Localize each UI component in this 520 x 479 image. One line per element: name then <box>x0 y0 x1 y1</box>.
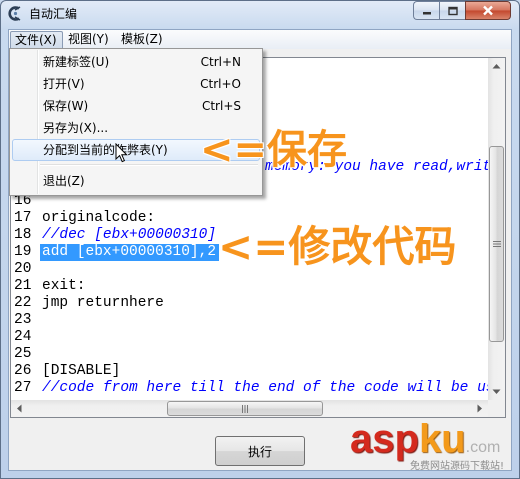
menu-item-shortcut: Ctrl+O <box>200 77 241 91</box>
annotation-save: <=保存 <box>200 127 348 173</box>
window-controls <box>413 1 511 20</box>
maximize-icon <box>447 6 458 15</box>
arrow-right-icon <box>477 404 482 413</box>
arrow-up-icon <box>492 64 501 69</box>
close-button[interactable] <box>465 1 511 20</box>
line-number: 23 <box>14 312 32 328</box>
menu-item-open[interactable]: 打开(V) Ctrl+O <box>12 73 260 95</box>
menu-item-label: 分配到当前的作弊表(Y) <box>43 143 168 157</box>
menu-item-save[interactable]: 保存(W) Ctrl+S <box>12 95 260 117</box>
line-number: 19 <box>14 244 32 260</box>
scroll-up-button[interactable] <box>488 58 505 75</box>
close-icon <box>483 5 493 16</box>
line-number: 24 <box>14 329 32 345</box>
annotation-modify-code: <=修改代码 <box>218 222 457 271</box>
maximize-button[interactable] <box>439 1 465 20</box>
code-line[interactable]: 23 <box>11 312 488 329</box>
scroll-down-button[interactable] <box>488 383 505 400</box>
line-number: 22 <box>14 295 32 311</box>
minimize-icon <box>422 11 431 14</box>
watermark-tagline: 免费网站源码下载站! <box>410 461 505 472</box>
menu-file[interactable]: 文件(X) <box>10 31 63 49</box>
menu-item-new-tab[interactable]: 新建标签(U) Ctrl+N <box>12 51 260 73</box>
code-line[interactable]: 24 <box>11 329 488 346</box>
execute-button[interactable]: 执行 <box>215 436 305 466</box>
menu-item-label: 保存(W) <box>43 99 89 113</box>
menu-view[interactable]: 视图(Y) <box>64 31 113 49</box>
selected-code-text: add [ebx+00000310],2 <box>40 244 220 261</box>
code-line[interactable]: 25 <box>11 346 488 363</box>
code-text: [DISABLE] <box>42 363 121 379</box>
code-text: originalcode: <box>42 210 156 226</box>
menu-item-label: 另存为(X)... <box>43 121 109 135</box>
code-line[interactable]: 21 exit: <box>11 278 488 295</box>
code-line[interactable]: 26 [DISABLE] <box>11 363 488 380</box>
line-number: 17 <box>14 210 32 226</box>
app-icon[interactable] <box>7 5 24 22</box>
horizontal-scroll-thumb[interactable] <box>167 401 323 416</box>
code-line[interactable]: 22 jmp returnhere <box>11 295 488 312</box>
menu-item-label: 新建标签(U) <box>43 55 110 69</box>
menu-item-label: 打开(V) <box>43 77 85 91</box>
window-title: 自动汇编 <box>29 7 78 21</box>
code-text: jmp returnhere <box>42 295 164 311</box>
mouse-cursor-icon <box>115 143 128 163</box>
line-number: 25 <box>14 346 32 362</box>
horizontal-scrollbar[interactable] <box>11 400 488 417</box>
minimize-button[interactable] <box>413 1 439 20</box>
scroll-right-button[interactable] <box>471 400 488 417</box>
vertical-scrollbar[interactable] <box>488 58 505 400</box>
code-line[interactable]: 27 //code from here till the end of the c… <box>11 380 488 397</box>
arrow-down-icon <box>492 389 501 394</box>
scrollbar-corner <box>488 400 505 417</box>
code-text: //code from here till the end of the cod… <box>42 380 488 396</box>
line-number: 21 <box>14 278 32 294</box>
vertical-scroll-thumb[interactable] <box>489 146 504 342</box>
code-text: //dec [ebx+00000310] <box>42 227 217 243</box>
menu-item-shortcut: Ctrl+N <box>200 55 241 69</box>
menu-item-label: 退出(Z) <box>43 174 85 188</box>
watermark-ku: ku <box>418 417 466 461</box>
arrow-left-icon <box>17 404 22 413</box>
line-number: 18 <box>14 227 32 243</box>
line-number: 26 <box>14 363 32 379</box>
line-number: 27 <box>14 380 32 396</box>
line-number: 20 <box>14 261 32 277</box>
watermark-com: .com <box>465 439 501 456</box>
scroll-left-button[interactable] <box>11 400 28 417</box>
menu-item-shortcut: Ctrl+S <box>201 99 241 113</box>
grip-icon <box>492 241 501 247</box>
menu-template[interactable]: 模板(Z) <box>117 31 167 49</box>
code-text: exit: <box>42 278 86 294</box>
grip-icon <box>242 404 248 413</box>
watermark-asp: asp <box>350 417 419 461</box>
